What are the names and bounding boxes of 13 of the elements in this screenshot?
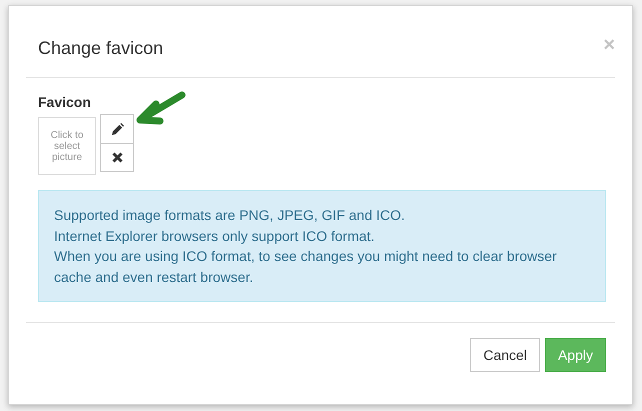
info-text: Supported image formats are PNG, JPEG, GIF and ICO. — [54, 206, 406, 225]
picture-selector[interactable]: Click to select picture — [38, 117, 96, 175]
close-icon — [112, 152, 122, 163]
field-label: Favicon — [38, 94, 92, 110]
pencil-icon — [110, 122, 124, 136]
close-button[interactable]: × — [603, 34, 615, 54]
info-text: When you are using ICO format, to see changes you might need to clear browser cache and even restart browser. — [54, 247, 558, 286]
apply-button[interactable]: Apply — [544, 338, 606, 372]
dialog-title: Change favicon — [38, 38, 164, 59]
remove-button[interactable] — [100, 144, 134, 172]
edit-button[interactable] — [100, 114, 134, 144]
cancel-button[interactable]: Cancel — [470, 338, 540, 372]
info-text: Internet Explorer browsers only support ICO format. — [54, 226, 376, 246]
